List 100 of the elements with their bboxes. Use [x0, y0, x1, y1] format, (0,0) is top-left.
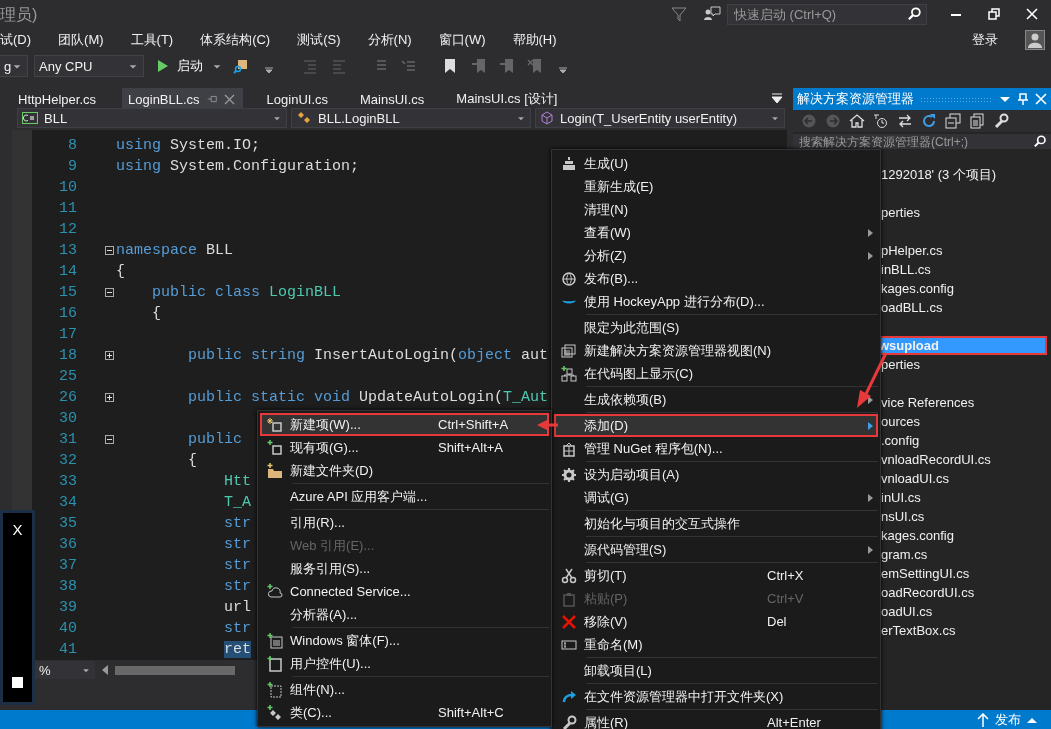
menu-item[interactable]: 调试(G): [554, 486, 878, 509]
configuration-dropdown[interactable]: g: [0, 55, 28, 77]
menu-item[interactable]: 用户控件(U)...: [260, 652, 549, 675]
zoom-dropdown[interactable]: %: [35, 661, 95, 679]
menu-item[interactable]: Azure API 应用客户端...: [260, 485, 549, 508]
menu-item[interactable]: 移除(V) Del: [554, 610, 878, 633]
collapse-all-icon[interactable]: [945, 113, 961, 129]
document-tab[interactable]: LoginUI.cs: [266, 88, 337, 108]
menu-item[interactable]: 服务引用(S)...: [260, 557, 549, 580]
menu-item[interactable]: 体系结构(C): [200, 31, 280, 49]
menu-item[interactable]: 重命名(M): [554, 633, 878, 656]
menu-item[interactable]: 源代码管理(S): [554, 538, 878, 561]
menu-item[interactable]: 帮助(H): [512, 31, 566, 49]
menu-item[interactable]: 查看(W): [554, 221, 878, 244]
line-number: 12: [58, 221, 77, 238]
line-number: 40: [58, 620, 77, 637]
filter-icon[interactable]: [671, 6, 687, 22]
member-dropdown[interactable]: Login(T_UserEntity userEntity): [535, 108, 785, 128]
home-icon[interactable]: [849, 113, 865, 129]
copy-icon[interactable]: [969, 113, 985, 129]
quick-launch-field[interactable]: 快速启动 (Ctrl+Q): [727, 3, 927, 25]
menu-item[interactable]: 工具(T): [130, 31, 183, 49]
menu-item[interactable]: 剪切(T) Ctrl+X: [554, 564, 878, 587]
restore-icon[interactable]: [986, 6, 1002, 22]
project-dropdown[interactable]: BLL: [17, 108, 287, 128]
wrench-icon[interactable]: [993, 113, 1009, 129]
folder-search-icon[interactable]: [233, 58, 249, 74]
document-tab[interactable]: LoginBLL.cs: [122, 88, 243, 108]
menu-item[interactable]: 使用 HockeyApp 进行分布(D)...: [554, 290, 878, 313]
caret-up-icon[interactable]: [1027, 715, 1037, 724]
pin-icon[interactable]: [1017, 93, 1029, 105]
menu-item[interactable]: 限定为此范围(S): [554, 316, 878, 339]
menu-item[interactable]: 类(C)... Shift+Alt+C: [260, 701, 549, 724]
menu-item[interactable]: 分析器(A)...: [260, 603, 549, 626]
menu-item[interactable]: 窗口(W): [438, 31, 495, 49]
menu-item[interactable]: 组件(N)...: [260, 678, 549, 701]
line-number: 33: [58, 473, 77, 490]
collapse-icon[interactable]: [105, 246, 114, 255]
menu-item[interactable]: 新建项(W)... Ctrl+Shift+A: [260, 413, 549, 436]
refresh-icon[interactable]: [921, 113, 937, 129]
code-line: str: [223, 620, 252, 637]
avatar-icon[interactable]: [1025, 30, 1045, 50]
tab-list-icon[interactable]: [771, 92, 783, 104]
menu-item[interactable]: 重新生成(E): [554, 175, 878, 198]
menu-item[interactable]: Connected Service...: [260, 580, 549, 603]
bookmark-back-icon[interactable]: [471, 58, 487, 74]
menu-item[interactable]: Windows 窗体(F)...: [260, 629, 549, 652]
menu-item[interactable]: 卸载项目(L): [554, 659, 878, 682]
menu-item[interactable]: 在文件资源管理器中打开文件夹(X): [554, 685, 878, 708]
scissors-icon: [561, 567, 577, 584]
menu-item[interactable]: 在代码图上显示(C): [554, 362, 878, 385]
platform-dropdown[interactable]: Any CPU: [34, 55, 144, 77]
code-line: public static void UpdateAutoLogin(T_Aut: [187, 389, 549, 406]
collapse-icon[interactable]: [105, 435, 114, 444]
menu-item[interactable]: 清理(N): [554, 198, 878, 221]
search-icon[interactable]: [908, 7, 922, 21]
menu-item[interactable]: 设为启动项目(A): [554, 463, 878, 486]
close-icon[interactable]: [1024, 6, 1040, 22]
menu-item[interactable]: 测试(S): [297, 31, 350, 49]
expand-icon[interactable]: [105, 351, 114, 360]
line-number: 34: [58, 494, 77, 511]
sync-icon[interactable]: [897, 113, 913, 129]
document-tab[interactable]: HttpHelper.cs: [18, 88, 105, 108]
menu-item[interactable]: 团队(M): [58, 31, 113, 49]
menu-item[interactable]: 添加(D): [554, 414, 878, 437]
menu-item[interactable]: 发布(B)...: [554, 267, 878, 290]
scrollbar-thumb[interactable]: [115, 665, 235, 675]
menu-item[interactable]: 分析(N): [367, 31, 421, 49]
publish-label[interactable]: 发布: [995, 710, 1021, 729]
start-button[interactable]: 启动: [156, 55, 224, 77]
diagram-icon: [561, 365, 577, 382]
menu-item[interactable]: 初始化与项目的交互式操作: [554, 512, 878, 535]
code-line: {: [151, 305, 161, 322]
document-tab[interactable]: MainsUI.cs [设计]: [456, 88, 566, 108]
menu-item[interactable]: 试(D): [0, 31, 41, 49]
sign-in-link[interactable]: 登录: [972, 31, 1007, 49]
feedback-icon[interactable]: [703, 6, 721, 22]
up-arrow-icon[interactable]: [977, 712, 989, 727]
type-dropdown[interactable]: BLL.LoginBLL: [291, 108, 531, 128]
collapse-icon[interactable]: [105, 288, 114, 297]
menu-item[interactable]: 分析(Z): [554, 244, 878, 267]
expand-icon[interactable]: [105, 393, 114, 402]
menu-item[interactable]: 现有项(G)... Shift+Alt+A: [260, 436, 549, 459]
bookmark-forward-icon[interactable]: [499, 58, 515, 74]
pin-icon[interactable]: [205, 93, 218, 105]
menu-item[interactable]: 管理 NuGet 程序包(N)...: [554, 437, 878, 460]
bookmark-icon[interactable]: [442, 58, 458, 74]
scroll-left-icon[interactable]: [101, 665, 109, 675]
menu-item[interactable]: 引用(R)...: [260, 511, 549, 534]
search-icon[interactable]: [1034, 135, 1047, 148]
history-icon[interactable]: [873, 113, 889, 129]
menu-item[interactable]: 生成(U): [554, 152, 878, 175]
document-tab[interactable]: MainsUI.cs: [360, 88, 433, 108]
code-line: {: [187, 452, 197, 469]
close-button[interactable]: X: [12, 521, 23, 538]
bookmark-clear-icon[interactable]: [527, 58, 543, 74]
menu-item[interactable]: 属性(R) Alt+Enter: [554, 711, 878, 729]
search-field[interactable]: 搜索解决方案资源管理器(Ctrl+;): [793, 134, 1051, 149]
menu-item[interactable]: 新建文件夹(D): [260, 459, 549, 482]
menu-item[interactable]: 生成依赖项(B): [554, 388, 878, 411]
